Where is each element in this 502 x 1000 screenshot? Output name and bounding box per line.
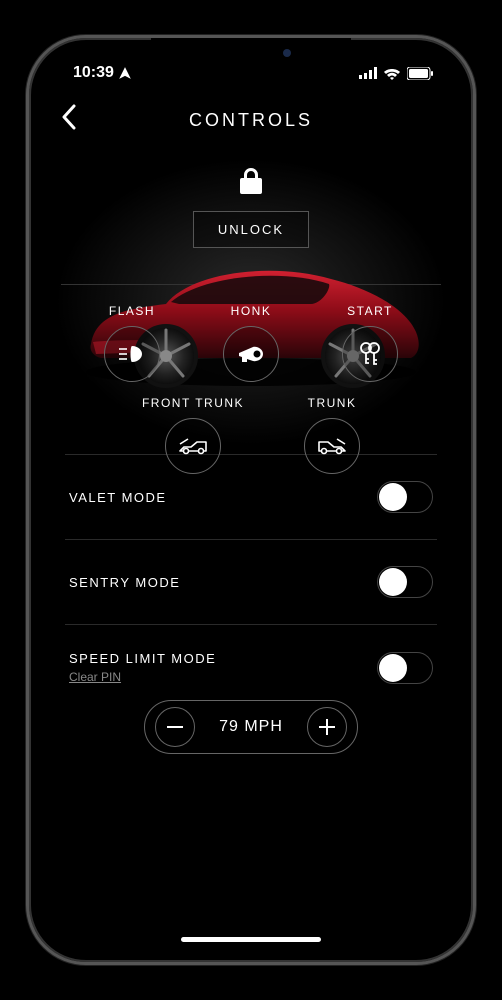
- sentry-mode-toggle[interactable]: [377, 566, 433, 598]
- clear-pin-link[interactable]: Clear PIN: [69, 670, 216, 684]
- status-time: 10:39: [73, 64, 114, 82]
- frunk-icon: [177, 437, 209, 455]
- car-area: UNLOCK: [41, 144, 461, 454]
- speed-limit-row: SPEED LIMIT MODE Clear PIN: [41, 625, 461, 696]
- lock-icon: [240, 168, 262, 199]
- speed-decrease-button[interactable]: [155, 707, 195, 747]
- front-trunk-label: FRONT TRUNK: [142, 396, 244, 410]
- key-icon: [357, 341, 383, 367]
- valet-mode-label: VALET MODE: [69, 490, 167, 505]
- home-indicator[interactable]: [181, 937, 321, 942]
- trunk-button[interactable]: TRUNK: [304, 396, 360, 474]
- start-label: START: [347, 304, 393, 318]
- plus-icon: [319, 719, 335, 735]
- trunk-label: TRUNK: [308, 396, 357, 410]
- location-icon: [118, 66, 132, 80]
- page-title: CONTROLS: [189, 110, 313, 131]
- trunk-icon: [316, 437, 348, 455]
- signal-icon: [359, 67, 377, 79]
- minus-icon: [167, 726, 183, 728]
- header: CONTROLS: [41, 96, 461, 144]
- notch: [151, 38, 351, 68]
- speed-stepper: 79 MPH: [41, 700, 461, 774]
- headlight-icon: [118, 344, 146, 364]
- valet-mode-toggle[interactable]: [377, 481, 433, 513]
- honk-button[interactable]: HONK: [223, 304, 279, 382]
- horn-icon: [237, 345, 265, 363]
- battery-icon: [407, 67, 433, 80]
- back-button[interactable]: [61, 104, 77, 137]
- start-button[interactable]: START: [342, 304, 398, 382]
- flash-label: FLASH: [109, 304, 155, 318]
- front-trunk-button[interactable]: FRONT TRUNK: [142, 396, 244, 474]
- flash-button[interactable]: FLASH: [104, 304, 160, 382]
- honk-label: HONK: [231, 304, 272, 318]
- speed-limit-label: SPEED LIMIT MODE: [69, 651, 216, 666]
- wifi-icon: [383, 67, 401, 80]
- sentry-mode-label: SENTRY MODE: [69, 575, 180, 590]
- sentry-mode-row: SENTRY MODE: [41, 540, 461, 624]
- speed-limit-toggle[interactable]: [377, 652, 433, 684]
- phone-frame: 10:39 CONTROLS: [26, 35, 476, 965]
- speed-increase-button[interactable]: [307, 707, 347, 747]
- screen: 10:39 CONTROLS: [41, 50, 461, 950]
- speed-value: 79 MPH: [195, 718, 307, 736]
- unlock-button[interactable]: UNLOCK: [193, 211, 309, 248]
